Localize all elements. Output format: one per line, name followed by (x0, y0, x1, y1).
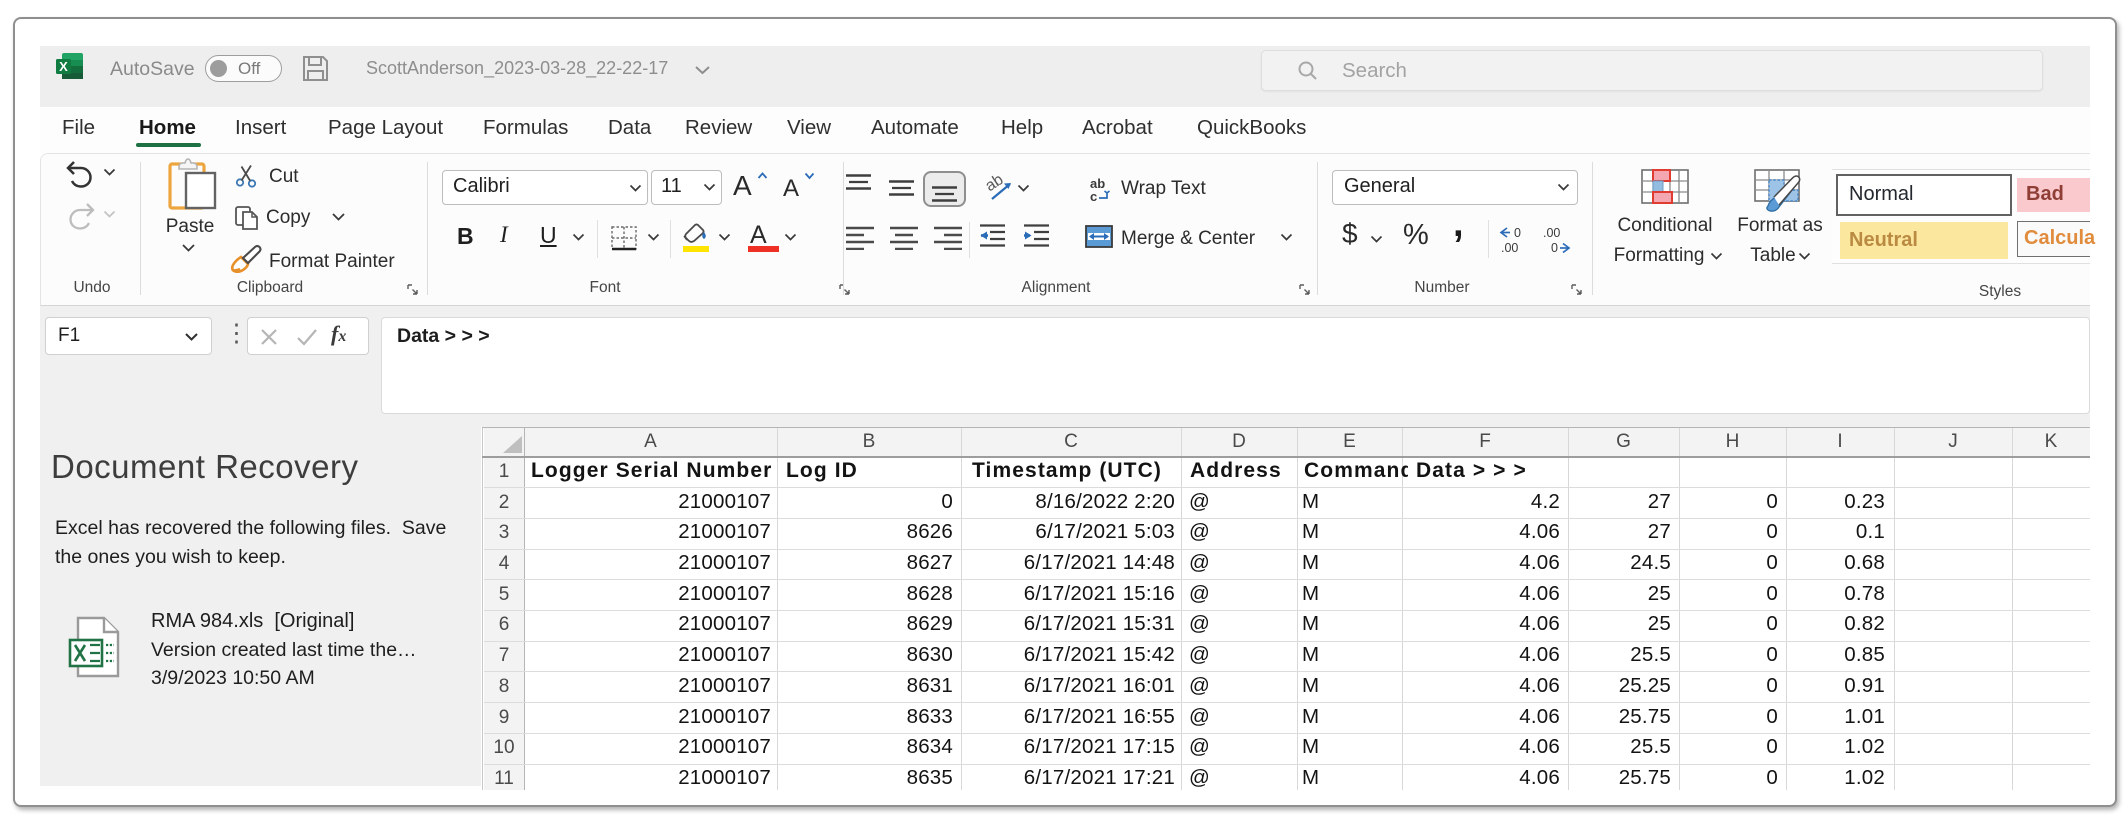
svg-text:.00: .00 (1543, 226, 1560, 240)
svg-text:0: 0 (1551, 241, 1558, 253)
svg-text:.00: .00 (1501, 241, 1518, 253)
svg-text:X: X (59, 59, 68, 74)
svg-text:0: 0 (1514, 226, 1521, 240)
svg-text:c: c (1090, 189, 1097, 203)
svg-text:ab: ab (984, 172, 1007, 195)
